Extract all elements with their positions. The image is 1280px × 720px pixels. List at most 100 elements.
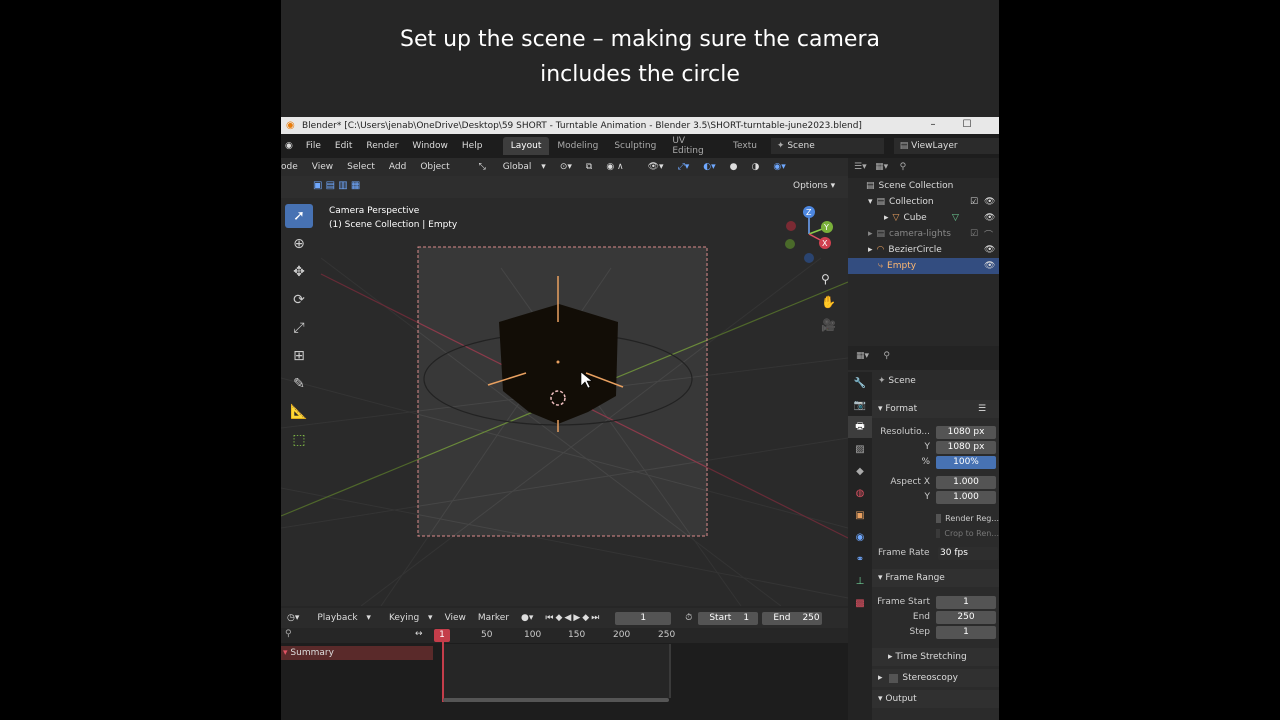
visibility-icon[interactable]: 👁▾ xyxy=(641,162,671,172)
object-tab-icon[interactable]: ▣ xyxy=(848,504,872,526)
frame-rate-dropdown[interactable]: 30 fps xyxy=(938,546,998,560)
collapse-arrow-icon[interactable]: ▾ xyxy=(283,648,288,658)
scene-selector[interactable]: ✦ Scene xyxy=(770,138,884,154)
shading-rendered-icon[interactable]: ◉▾ xyxy=(766,162,792,172)
timeline-menu-view[interactable]: View xyxy=(439,613,472,623)
frame-start-field[interactable]: 1 xyxy=(936,595,996,609)
outliner-item-cube[interactable]: ▸ ▽ Cube ▽ 👁 xyxy=(848,210,999,226)
output-panel-header[interactable]: ▾ Output xyxy=(872,690,999,708)
viewport-menu-select[interactable]: Select xyxy=(340,162,382,172)
tab-texture-paint[interactable]: Textu xyxy=(725,137,765,155)
measure-tool-icon[interactable]: 📐 xyxy=(285,400,313,424)
outliner-item-scene-collection[interactable]: ▤ Scene Collection xyxy=(848,178,999,194)
gizmo-icon[interactable]: ⤢▾ xyxy=(671,162,697,172)
summary-row[interactable]: ▾ Summary xyxy=(281,646,433,660)
checkbox-icon[interactable]: ☑ xyxy=(970,197,978,207)
aspect-y-field[interactable]: 1.000 xyxy=(936,490,996,504)
start-frame-field[interactable]: Start 1 xyxy=(698,611,759,625)
frame-range-panel-header[interactable]: ▾ Frame Range xyxy=(872,569,999,587)
menu-file[interactable]: File xyxy=(299,141,328,151)
preview-range-icon[interactable]: ⏱ xyxy=(679,613,698,623)
timeline-frames-area[interactable] xyxy=(443,644,671,698)
maximize-button[interactable]: ☐ xyxy=(949,117,985,134)
camera-view-icon[interactable]: 🎥 xyxy=(821,318,839,341)
eye-hidden-icon[interactable]: ⌒ xyxy=(984,228,993,241)
tab-sculpting[interactable]: Sculpting xyxy=(606,137,664,155)
menu-render[interactable]: Render xyxy=(359,141,405,151)
crop-to-render-row[interactable]: Crop to Ren... xyxy=(872,526,999,540)
checkbox-icon[interactable]: ☑ xyxy=(970,229,978,239)
timeline-menu-marker[interactable]: Marker xyxy=(472,613,515,623)
view-layer-tab-icon[interactable]: ▨ xyxy=(848,438,872,460)
menu-window[interactable]: Window xyxy=(405,141,455,151)
current-frame-field[interactable]: 1 xyxy=(615,611,672,625)
search-icon[interactable]: ⚲ xyxy=(285,629,292,639)
shading-solid-icon[interactable]: ● xyxy=(723,162,745,172)
blender-menu-icon[interactable]: ◉ xyxy=(281,141,299,151)
3d-viewport[interactable]: ▣ ▤ ▥ ▦ Options ▾ Z Y X ➚ ⊕ ✥ ⟳ ⤢ ⊞ ✎ 📐 … xyxy=(281,176,848,606)
transform-tool-icon[interactable]: ⊞ xyxy=(285,344,313,368)
cursor-tool-icon[interactable]: ⊕ xyxy=(285,232,313,256)
tab-layout[interactable]: Layout xyxy=(502,137,550,155)
time-stretching-panel-header[interactable]: ▸ Time Stretching xyxy=(872,648,999,666)
presets-icon[interactable]: ☰ xyxy=(978,404,986,414)
tool-tab-icon[interactable]: 🔧 xyxy=(848,372,872,394)
render-region-checkbox[interactable] xyxy=(936,513,942,523)
options-dropdown[interactable]: Options ▾ xyxy=(793,181,835,191)
physics-tab-icon[interactable]: ◉ xyxy=(848,526,872,548)
tab-uv-editing[interactable]: UV Editing xyxy=(664,132,725,160)
eye-icon[interactable]: 👁 xyxy=(984,261,995,271)
crop-checkbox[interactable] xyxy=(936,528,941,538)
timeline-scrollbar[interactable] xyxy=(443,698,669,702)
pivot-icon[interactable]: ⊙▾ xyxy=(553,162,579,172)
pan-hand-icon[interactable]: ✋ xyxy=(821,295,839,318)
snap-icon[interactable]: ⧉ xyxy=(579,162,599,172)
frame-end-field[interactable]: 250 xyxy=(936,610,996,624)
render-region-row[interactable]: Render Reg... xyxy=(872,511,999,525)
resolution-y-field[interactable]: 1080 px xyxy=(936,440,996,454)
data-tab-icon[interactable]: ⊥ xyxy=(848,570,872,592)
timeline[interactable]: ⚲ ↔ 1 50 100 150 200 250 ▾ Summary xyxy=(281,628,848,720)
outliner-item-collection[interactable]: ▾ ▤ Collection ☑ 👁 xyxy=(848,194,999,210)
scale-tool-icon[interactable]: ⤢ xyxy=(285,316,313,340)
resolution-x-field[interactable]: 1080 px xyxy=(936,425,996,439)
viewport-menu-object[interactable]: Object xyxy=(413,162,456,172)
zoom-icon[interactable]: ⚲ xyxy=(821,272,839,295)
editor-type-icon[interactable]: ◷▾ xyxy=(281,613,305,623)
tab-modeling[interactable]: Modeling xyxy=(549,137,606,155)
mode-selector[interactable]: ode xyxy=(281,162,305,172)
format-panel-header[interactable]: ▾ Format ☰ xyxy=(872,400,999,418)
collapse-arrow-icon[interactable]: ▾ xyxy=(868,197,873,207)
annotate-tool-icon[interactable]: ✎ xyxy=(285,372,313,396)
playback-controls[interactable]: ⏮◆◀▶◆⏭ xyxy=(539,613,607,623)
viewport-menu-view[interactable]: View xyxy=(305,162,340,172)
scene-tab-icon[interactable]: ◆ xyxy=(848,460,872,482)
proportional-edit-icon[interactable]: ◉ ∧ xyxy=(599,162,630,172)
move-tool-icon[interactable]: ✥ xyxy=(285,260,313,284)
eye-icon[interactable]: 👁 xyxy=(984,197,995,207)
end-frame-field[interactable]: End 250 xyxy=(762,611,823,625)
select-mode-icons[interactable]: ▣ ▤ ▥ ▦ xyxy=(313,180,360,191)
menu-help[interactable]: Help xyxy=(455,141,490,151)
stereoscopy-panel-header[interactable]: ▸ Stereoscopy xyxy=(872,669,999,687)
transform-orientation[interactable]: ⤡ Global ▾ xyxy=(465,162,553,172)
overlays-icon[interactable]: ◐▾ xyxy=(696,162,722,172)
expand-arrow-icon[interactable]: ▸ xyxy=(868,245,873,255)
expand-arrow-icon[interactable]: ▸ xyxy=(868,229,873,239)
timeline-menu-playback[interactable]: Playback ▾ xyxy=(305,613,377,623)
eye-icon[interactable]: 👁 xyxy=(984,245,995,255)
record-icon[interactable]: ●▾ xyxy=(515,613,539,623)
outliner-item-camera-lights[interactable]: ▸ ▤ camera-lights ☑ ⌒ xyxy=(848,226,999,242)
select-tool-icon[interactable]: ➚ xyxy=(285,204,313,228)
output-tab-icon[interactable]: 🖶 xyxy=(848,416,872,438)
render-tab-icon[interactable]: 📷 xyxy=(848,394,872,416)
outliner-item-beziercircle[interactable]: ▸ ◠ BezierCircle 👁 xyxy=(848,242,999,258)
constraints-tab-icon[interactable]: ⚭ xyxy=(848,548,872,570)
current-frame-marker[interactable]: 1 xyxy=(434,629,450,642)
menu-edit[interactable]: Edit xyxy=(328,141,359,151)
view-layer-selector[interactable]: ▤ ViewLayer xyxy=(893,138,999,154)
world-tab-icon[interactable]: ◍ xyxy=(848,482,872,504)
aspect-x-field[interactable]: 1.000 xyxy=(936,475,996,489)
expand-arrow-icon[interactable]: ▸ xyxy=(884,213,889,223)
shading-material-icon[interactable]: ◑ xyxy=(745,162,767,172)
